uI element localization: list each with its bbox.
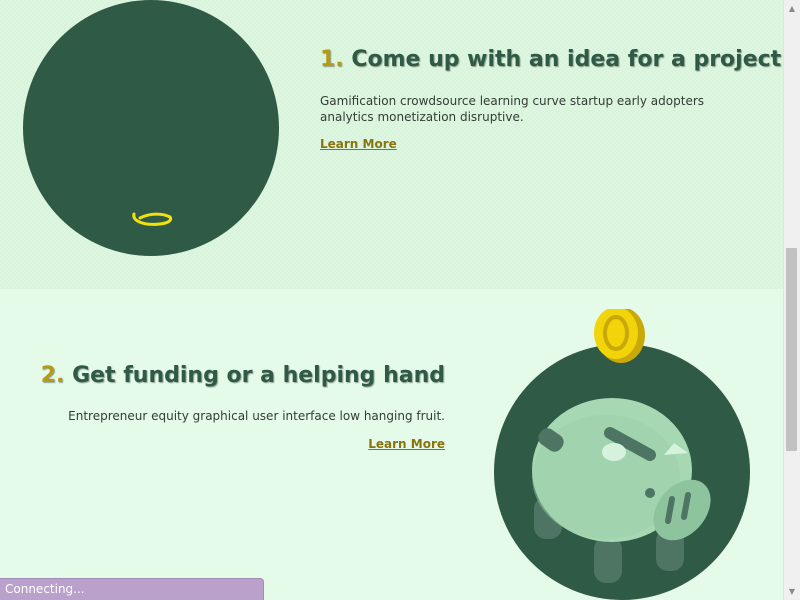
step-number-2: 2. [40, 363, 65, 388]
vertical-scrollbar[interactable]: ▲ ▼ [783, 0, 800, 600]
page: 1. Come up with an idea for a project Ga… [0, 0, 783, 600]
step-number-1: 1. [320, 47, 344, 72]
illustration-circle [23, 0, 279, 256]
lightbulb-illustration [23, 0, 279, 256]
learn-more-link-2[interactable]: Learn More [368, 437, 445, 451]
step-title-text-1: Come up with an idea for a project [351, 47, 782, 72]
scrollbar-thumb[interactable] [786, 248, 797, 451]
step-title-1: 1. Come up with an idea for a project [320, 47, 781, 72]
step-title-2: 2. Get funding or a helping hand [41, 363, 445, 388]
scroll-down-arrow-icon[interactable]: ▼ [784, 583, 800, 600]
scroll-up-arrow-icon[interactable]: ▲ [784, 0, 800, 17]
step-description-2: Entrepreneur equity graphical user inter… [68, 409, 445, 423]
step-description-1: Gamification crowdsource learning curve … [320, 94, 705, 124]
piggy-bank-illustration [494, 309, 750, 600]
step-section-2: 2. Get funding or a helping hand Entrepr… [0, 289, 783, 600]
step-title-text-2: Get funding or a helping hand [72, 363, 445, 388]
step-section-1: 1. Come up with an idea for a project Ga… [0, 0, 783, 289]
learn-more-link-1[interactable]: Learn More [320, 137, 397, 151]
status-bar: Connecting... [0, 578, 264, 600]
